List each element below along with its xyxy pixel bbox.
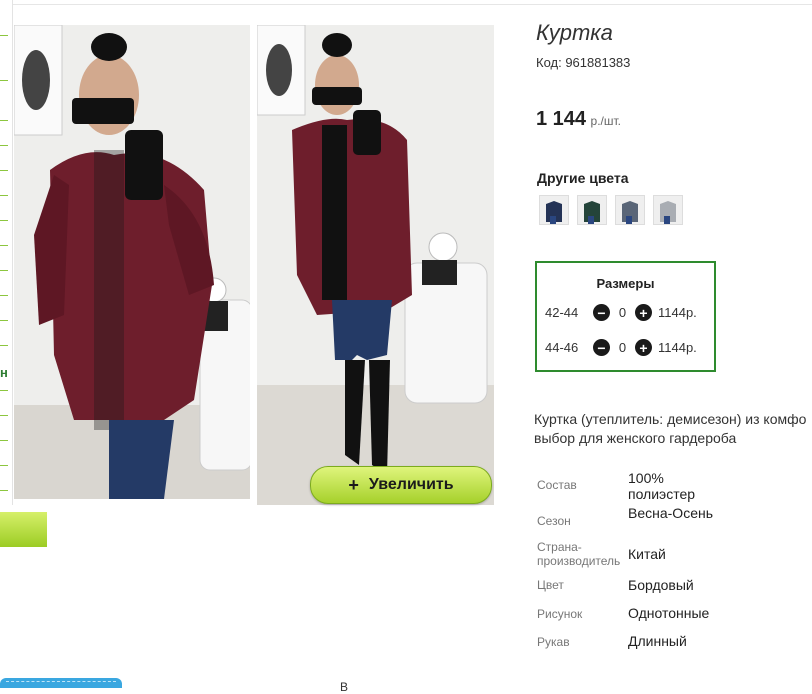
color-swatch-light-grey[interactable] — [653, 195, 683, 225]
top-divider — [0, 4, 812, 5]
property-key: Рисунок — [537, 607, 583, 621]
sidebar-edge: н — [0, 0, 13, 505]
size-label: 44-46 — [545, 340, 579, 355]
product-photo-full[interactable] — [257, 25, 494, 505]
bottom-tab[interactable] — [0, 678, 122, 688]
bottom-partial-text: В — [340, 680, 349, 694]
price: 1 144 р./шт. — [536, 108, 621, 131]
product-code: Код: 961881383 — [536, 55, 631, 70]
color-swatch-navy[interactable] — [539, 195, 569, 225]
size-quantity[interactable]: 0 — [610, 305, 635, 320]
plus-icon: + — [348, 474, 359, 495]
description-line: выбор для женского гардероба — [534, 430, 737, 446]
property-value: Однотонные — [628, 605, 710, 621]
photo-full-image — [257, 25, 494, 505]
size-label: 42-44 — [545, 305, 579, 320]
sidebar-tick — [0, 320, 8, 321]
sidebar-tick — [0, 145, 8, 146]
color-swatch-grey-blue[interactable] — [615, 195, 645, 225]
sidebar-tick — [0, 465, 8, 466]
size-price: 1144р. — [658, 305, 697, 320]
sidebar-tick — [0, 80, 8, 81]
sidebar-tick — [0, 345, 8, 346]
sidebar-tick — [0, 195, 8, 196]
color-swatch-dark-green[interactable] — [577, 195, 607, 225]
sizes-title: Размеры — [596, 276, 655, 291]
property-value: Длинный — [628, 633, 687, 649]
minus-icon[interactable]: − — [593, 339, 610, 356]
property-value: Китай — [628, 546, 666, 562]
sidebar-tick — [0, 295, 8, 296]
sidebar-green-button[interactable] — [0, 512, 47, 547]
property-value: 100% полиэстер — [628, 470, 696, 502]
property-key: Сезон — [537, 514, 571, 528]
product-title: Куртка — [536, 20, 613, 45]
property-key: Цвет — [537, 578, 564, 592]
plus-icon[interactable]: + — [635, 304, 652, 321]
property-key: Состав — [537, 478, 577, 492]
property-key: Страна-производитель — [537, 540, 621, 568]
sidebar-tick — [0, 440, 8, 441]
other-colors-title: Другие цвета — [537, 170, 629, 186]
price-value: 1 144 — [536, 108, 587, 130]
sizes-box: Размеры 42-44 − 0 + 1144р. 44-46 − 0 + 1… — [535, 261, 716, 372]
sidebar-tick — [0, 490, 8, 491]
zoom-button-label: Увеличить — [368, 476, 454, 493]
plus-icon[interactable]: + — [635, 339, 652, 356]
property-value: Бордовый — [628, 577, 694, 593]
sidebar-tick — [0, 245, 8, 246]
description-line: Куртка (утеплитель: демисезон) из комфо — [534, 411, 807, 427]
sidebar-tick — [0, 415, 8, 416]
sidebar-partial-text[interactable]: н — [0, 365, 8, 380]
product-photo-front[interactable] — [14, 25, 250, 499]
sidebar-tick — [0, 35, 8, 36]
size-row: 44-46 − 0 + 1144р. — [545, 339, 697, 356]
minus-icon[interactable]: − — [593, 304, 610, 321]
product-description: Куртка (утеплитель: демисезон) из комфо … — [534, 410, 812, 448]
property-value: Весна-Осень — [628, 505, 714, 521]
sidebar-tick — [0, 220, 8, 221]
sidebar-tick — [0, 270, 8, 271]
size-quantity[interactable]: 0 — [610, 340, 635, 355]
sidebar-tick — [0, 170, 8, 171]
property-key: Рукав — [537, 635, 570, 649]
sidebar-tick — [0, 120, 8, 121]
zoom-button[interactable]: + Увеличить — [310, 466, 492, 504]
sidebar-tick — [0, 390, 8, 391]
photo-front-image — [14, 25, 250, 499]
size-price: 1144р. — [658, 340, 697, 355]
price-unit: р./шт. — [590, 114, 621, 128]
color-swatches — [539, 195, 683, 225]
size-row: 42-44 − 0 + 1144р. — [545, 304, 697, 321]
